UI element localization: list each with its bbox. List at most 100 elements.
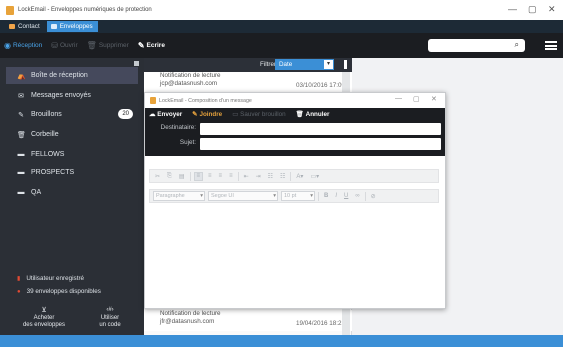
sidebar-item-prospects[interactable]: ▬ PROSPECTS	[6, 164, 138, 181]
drafts-count-badge: 20	[118, 109, 133, 119]
message-subject: Notification de lecture	[160, 72, 221, 79]
attach-button[interactable]: ✎ Joindre	[192, 111, 222, 118]
sidebar-item-label: Boîte de réception	[31, 72, 88, 79]
minimize-icon[interactable]: —	[508, 4, 517, 14]
main-toolbar: ◉ Réception ⛁ Ouvrir 🗑 Supprimer ✎ Ecrir…	[0, 33, 563, 58]
refresh-icon: ◉	[4, 41, 11, 50]
align-right-icon[interactable]: ≡	[217, 172, 225, 181]
sidebar-item-inbox[interactable]: ⛺ Boîte de réception	[6, 67, 138, 84]
tab-enveloppes-label: Enveloppes	[59, 23, 93, 30]
send-label: Envoyer	[157, 110, 183, 118]
tab-contact-label: Contact	[18, 23, 40, 30]
search-icon[interactable]: ⌕	[515, 40, 519, 50]
paste-icon[interactable]: ▤	[177, 172, 187, 181]
buy-line-1: Acheter	[33, 314, 55, 321]
use-line-2: un code	[99, 322, 121, 328]
envelopes-available-label: 39 enveloppes disponibles	[26, 288, 101, 295]
user-status: ▮ Utilisateur enregistré	[17, 275, 84, 282]
delete-label: Supprimer	[98, 42, 129, 49]
compose-dialog: LockEmail - Composition d'un message — ▢…	[144, 92, 446, 309]
maximize-icon[interactable]: ▢	[528, 4, 537, 15]
envelopes-available: ● 39 enveloppes disponibles	[17, 288, 101, 295]
cancel-button[interactable]: 🗑 Annuler	[296, 110, 330, 119]
sidebar-collapse-icon[interactable]	[134, 61, 139, 66]
italic-icon[interactable]: I	[333, 192, 339, 201]
write-button[interactable]: ✎ Ecrire	[138, 41, 165, 50]
buy-envelopes-button[interactable]: ⊻ Acheter des enveloppes	[14, 307, 74, 330]
close-icon[interactable]: ✕	[431, 95, 437, 103]
send-button[interactable]: ☁ Envoyer	[149, 111, 182, 118]
message-date: 03/10/2016 17:09	[295, 82, 345, 89]
tab-enveloppes[interactable]: Enveloppes	[46, 21, 98, 32]
open-envelope-icon: ⛁	[51, 41, 58, 50]
recipient-field[interactable]	[200, 123, 441, 135]
link-icon[interactable]: ∞	[353, 192, 361, 201]
justify-icon[interactable]: ≡	[227, 172, 235, 181]
bullet-list-icon[interactable]: ☷	[266, 172, 275, 181]
cart-icon: ⊻	[41, 307, 47, 314]
code-icon: ‹#›	[106, 307, 114, 313]
write-label: Ecrire	[146, 42, 165, 49]
filter-select[interactable]: Date ▾	[275, 59, 334, 70]
status-strip	[0, 335, 563, 347]
outdent-icon[interactable]: ⇤	[242, 172, 251, 181]
save-draft-button[interactable]: ▭ Sauver brouillon	[232, 111, 285, 118]
sidebar: ⛺ Boîte de réception ✉ Messages envoyés …	[0, 58, 144, 347]
filter-bar: Filtrer par: Date ▾	[144, 58, 352, 72]
save-icon: ▭	[232, 110, 239, 118]
list-item[interactable]: Notification de lecture jcp@datasnush.co…	[144, 72, 352, 93]
filter-value: Date	[279, 61, 293, 68]
pencil-icon: ✎	[18, 111, 24, 119]
text-color-icon[interactable]: A▾	[294, 172, 305, 181]
align-center-icon[interactable]: ≡	[206, 172, 214, 181]
cancel-label: Annuler	[305, 110, 330, 118]
font-family-select[interactable]: Segoe UI	[208, 191, 278, 201]
sidebar-item-fellows[interactable]: ▬ FELLOWS	[6, 146, 138, 163]
copy-icon[interactable]: ⎘	[165, 172, 174, 181]
search-input[interactable]: ⌕	[428, 39, 525, 52]
maximize-icon[interactable]: ▢	[413, 95, 420, 103]
clear-format-icon[interactable]: ⊘	[369, 192, 378, 201]
indent-icon[interactable]: ⇥	[254, 172, 263, 181]
align-left-icon[interactable]: ≡	[193, 171, 204, 181]
menu-icon[interactable]	[545, 41, 557, 50]
paragraph-format-select[interactable]: Paragraphe	[153, 191, 205, 201]
minimize-icon[interactable]: —	[395, 95, 402, 102]
compose-titlebar: LockEmail - Composition d'un message — ▢…	[145, 93, 445, 108]
sidebar-item-label: FELLOWS	[31, 151, 65, 158]
sidebar-item-trash[interactable]: 🗑 Corbeille	[6, 126, 138, 143]
cut-icon[interactable]: ✂	[153, 172, 162, 181]
close-icon[interactable]: ✕	[548, 4, 556, 15]
folder-icon: ▬	[17, 151, 25, 158]
reception-button[interactable]: ◉ Réception	[4, 41, 42, 50]
underline-icon[interactable]: U	[342, 192, 350, 201]
subject-field[interactable]	[200, 138, 441, 150]
list-item[interactable]: Notification de lecture jfr@datasnush.co…	[144, 310, 352, 331]
numbered-list-icon[interactable]: ☷	[278, 172, 287, 181]
sidebar-item-qa[interactable]: ▬ QA	[6, 184, 138, 201]
font-size-select[interactable]: 10 pt	[281, 191, 315, 201]
sidebar-item-label: QA	[31, 189, 42, 196]
subject-label: Sujet:	[179, 139, 196, 146]
envelope-stack-icon: ●	[17, 288, 21, 295]
sort-direction-icon[interactable]	[344, 60, 347, 69]
sidebar-item-drafts[interactable]: ✎ Brouillons 20	[6, 106, 138, 123]
bold-icon[interactable]: B	[322, 192, 330, 201]
use-code-button[interactable]: ‹#› Utiliser un code	[80, 307, 140, 330]
open-button[interactable]: ⛁ Ouvrir	[51, 41, 77, 50]
editor-toolbar-row-1: ✂ ⎘ ▤ ≡ ≡ ≡ ≡ ⇤ ⇥ ☷ ☷ A▾ ▭▾	[149, 169, 439, 183]
message-body-editor[interactable]	[149, 207, 439, 305]
highlight-color-icon[interactable]: ▭▾	[308, 172, 321, 181]
trash-icon: 🗑	[17, 131, 26, 139]
compose-toolbar: ☁ Envoyer ✎ Joindre ▭ Sauver brouillon 🗑…	[145, 108, 445, 120]
separator	[290, 171, 292, 181]
message-date: 19/04/2016 18:21	[295, 320, 345, 327]
sent-icon: ✉	[18, 92, 24, 100]
delete-button[interactable]: 🗑 Supprimer	[87, 41, 129, 50]
compose-title: LockEmail - Composition d'un message	[159, 97, 252, 104]
sidebar-item-sent[interactable]: ✉ Messages envoyés	[6, 87, 138, 104]
folder-icon: ▬	[17, 169, 25, 176]
folder-icon: ▬	[17, 189, 25, 196]
message-subject: Notification de lecture	[160, 310, 221, 317]
tab-contact[interactable]: Contact	[5, 21, 45, 32]
